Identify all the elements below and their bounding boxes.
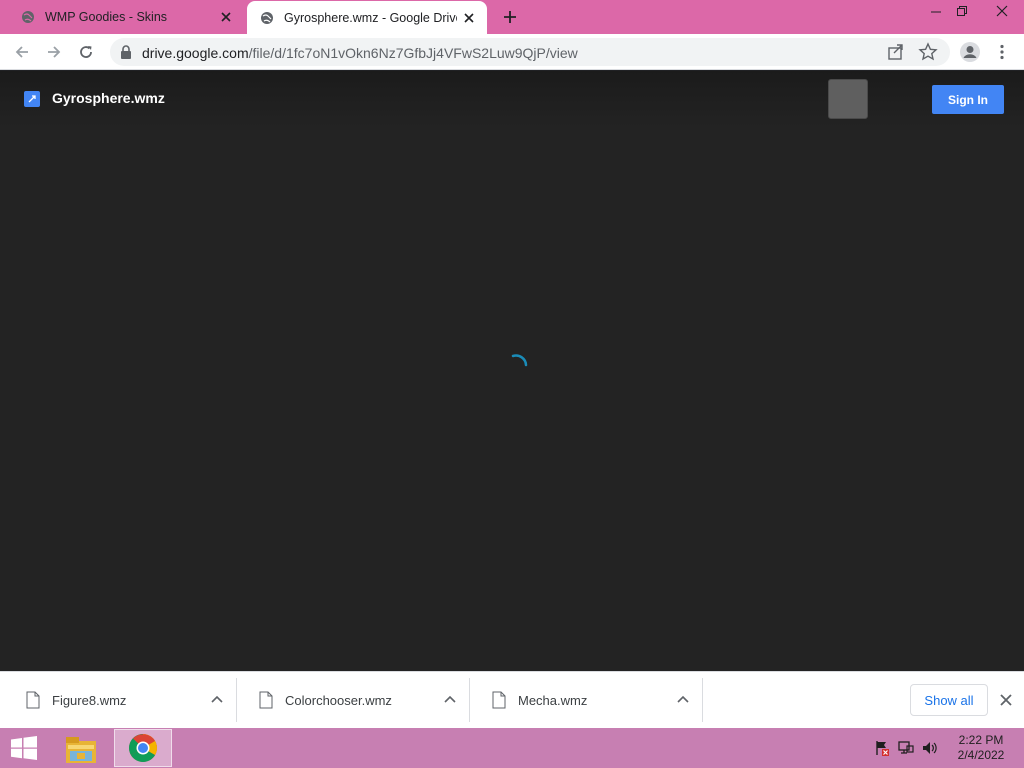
- minimize-icon: [931, 11, 941, 13]
- download-file-name: Figure8.wmz: [52, 693, 127, 708]
- chrome-taskbar-button[interactable]: [114, 729, 172, 767]
- file-type-icon: [24, 91, 40, 107]
- chevron-up-icon[interactable]: [209, 692, 225, 708]
- url-path: /file/d/1fc7oN1vOkn6Nz7GfbJj4VFwS2Luw9Qj…: [248, 45, 578, 61]
- menu-button[interactable]: [988, 38, 1016, 66]
- windows-start-icon[interactable]: [10, 736, 38, 760]
- arrow-right-icon: [48, 46, 61, 58]
- chevron-up-icon[interactable]: [675, 692, 691, 708]
- file-icon: [259, 691, 273, 709]
- new-tab-button[interactable]: [498, 5, 522, 29]
- download-item[interactable]: Mecha.wmz: [470, 678, 703, 722]
- tab-wmp-goodies[interactable]: WMP Goodies - Skins: [8, 0, 244, 34]
- clock-time: 2:22 PM: [958, 733, 1004, 747]
- download-item[interactable]: Colorchooser.wmz: [237, 678, 470, 722]
- network-icon[interactable]: [898, 740, 914, 756]
- placeholder-box: [828, 79, 868, 119]
- file-explorer-icon[interactable]: [63, 733, 99, 765]
- action-center-flag-icon[interactable]: [874, 740, 890, 756]
- viewer-header: Gyrosphere.wmz Sign In: [0, 71, 1024, 127]
- reload-button[interactable]: [72, 38, 100, 66]
- avatar-icon: [960, 42, 980, 62]
- file-icon: [492, 691, 506, 709]
- file-viewer: Gyrosphere.wmz Sign In: [0, 71, 1024, 671]
- globe-icon: [21, 10, 35, 24]
- file-name: Gyrosphere.wmz: [52, 90, 165, 106]
- close-tab-icon[interactable]: [214, 5, 238, 29]
- chevron-up-icon[interactable]: [442, 692, 458, 708]
- sign-in-button[interactable]: Sign In: [932, 85, 1004, 114]
- arrow-left-icon: [15, 46, 28, 58]
- tab-title: WMP Goodies - Skins: [45, 10, 168, 24]
- download-file-name: Colorchooser.wmz: [285, 693, 392, 708]
- tab-title: Gyrosphere.wmz - Google Drive: [284, 10, 457, 25]
- url-text: drive.google.com/file/d/1fc7oN1vOkn6Nz7G…: [142, 45, 578, 61]
- tab-gyrosphere[interactable]: Gyrosphere.wmz - Google Drive: [247, 1, 487, 34]
- close-icon: [996, 5, 1008, 17]
- clock-date: 2/4/2022: [957, 748, 1005, 762]
- url-host: drive.google.com: [142, 45, 249, 61]
- share-icon[interactable]: [886, 42, 906, 62]
- loading-spinner-icon: [511, 354, 528, 367]
- browser-toolbar: drive.google.com/file/d/1fc7oN1vOkn6Nz7G…: [0, 34, 1024, 70]
- download-file-name: Mecha.wmz: [518, 693, 588, 708]
- download-item[interactable]: Figure8.wmz: [4, 678, 237, 722]
- reload-icon: [80, 46, 92, 58]
- plus-icon: [504, 11, 516, 23]
- more-vertical-icon: [1000, 44, 1004, 60]
- close-download-bar-button[interactable]: [996, 690, 1016, 710]
- lock-icon: [121, 45, 131, 59]
- close-icon: [1000, 694, 1012, 706]
- forward-button[interactable]: [40, 38, 68, 66]
- close-tab-icon[interactable]: [457, 6, 481, 30]
- taskbar: 2:22 PM 2/4/2022: [0, 728, 1024, 768]
- file-icon: [26, 691, 40, 709]
- volume-icon[interactable]: [922, 740, 938, 756]
- restore-button[interactable]: [946, 0, 978, 22]
- address-bar[interactable]: drive.google.com/file/d/1fc7oN1vOkn6Nz7G…: [110, 38, 950, 66]
- show-all-button[interactable]: Show all: [910, 684, 988, 716]
- globe-icon: [260, 11, 274, 25]
- back-button[interactable]: [8, 38, 36, 66]
- chrome-icon: [129, 734, 157, 762]
- close-window-button[interactable]: [986, 0, 1018, 22]
- profile-button[interactable]: [956, 38, 984, 66]
- download-bar: Figure8.wmz Colorchooser.wmz Mecha.wmz S…: [0, 671, 1024, 728]
- star-icon[interactable]: [918, 42, 938, 62]
- restore-icon: [957, 6, 967, 16]
- tab-strip: WMP Goodies - Skins Gyrosphere.wmz - Goo…: [0, 0, 1024, 34]
- system-clock[interactable]: 2:22 PM 2/4/2022: [952, 733, 1010, 763]
